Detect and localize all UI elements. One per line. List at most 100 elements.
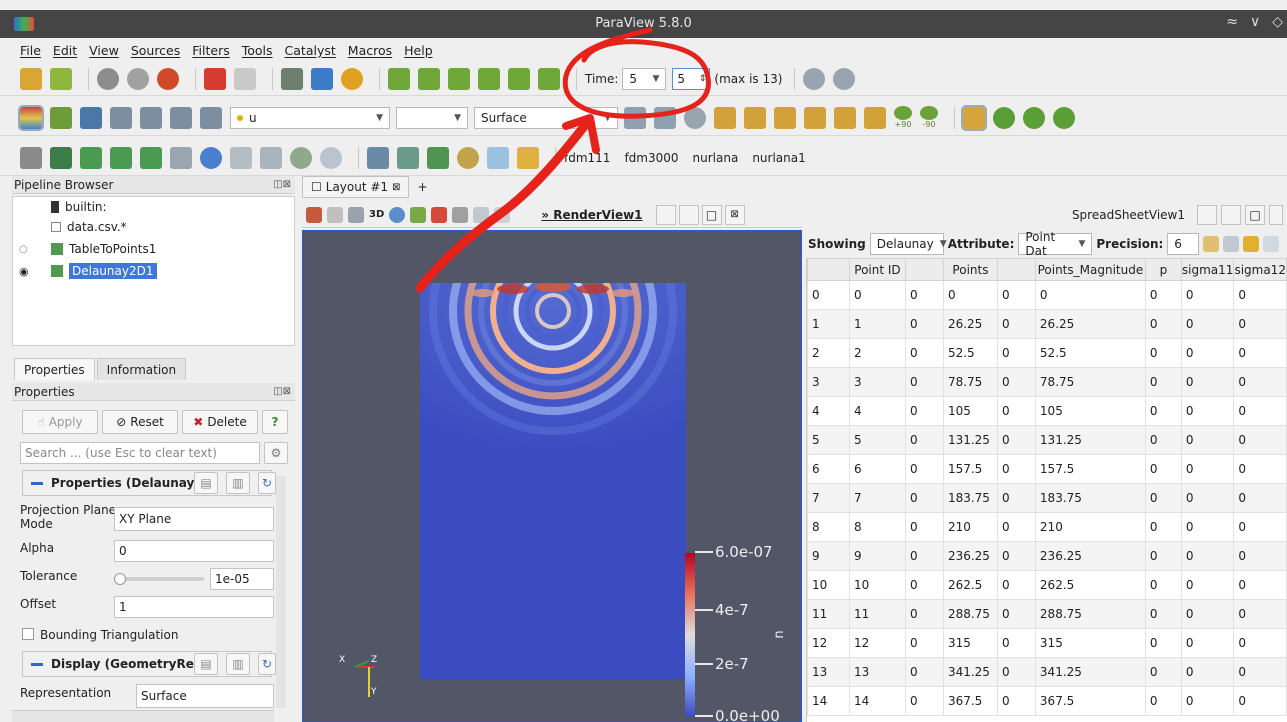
window-shade-button[interactable]: ≈ (1226, 14, 1238, 30)
menu-edit[interactable]: Edit (53, 43, 77, 58)
zoom-closest-icon[interactable] (833, 67, 856, 90)
axes-grid-icon[interactable] (961, 104, 987, 131)
plot-over-line-icon[interactable] (367, 146, 389, 169)
eye-visible-icon[interactable]: ◉ (19, 265, 31, 278)
column-header[interactable]: p (1144, 258, 1182, 281)
first-frame-icon[interactable] (388, 67, 410, 90)
close-view-icon[interactable]: ⊠ (724, 204, 745, 225)
paste-props-icon[interactable]: ▥ (226, 472, 250, 494)
camera-link-icon[interactable] (1053, 106, 1075, 129)
color-palette-icon[interactable] (341, 67, 363, 90)
extract-subset-icon[interactable] (170, 146, 192, 169)
column-header[interactable]: sigma12 (1233, 258, 1287, 281)
time-index-spinbox[interactable]: 5 ⇕ (672, 67, 711, 90)
playback-icon[interactable] (327, 206, 343, 223)
table-row[interactable]: 11 11 0 288.75 0 288.75 0 0 0 (807, 599, 1287, 629)
view-minus-y-icon[interactable] (804, 106, 826, 129)
tolerance-slider[interactable] (114, 573, 204, 585)
column-header[interactable]: Point ID (848, 258, 906, 281)
view-plus-x-icon[interactable] (714, 106, 736, 129)
macro-fdm3000[interactable]: fdm3000 (624, 151, 678, 165)
connect-icon[interactable] (97, 67, 119, 90)
color-variable-select[interactable]: u ▼ (230, 106, 390, 129)
fixed-notation-icon[interactable] (1203, 236, 1220, 252)
eye-hidden-icon[interactable]: ○ (19, 244, 31, 255)
python-calculator-icon[interactable] (427, 146, 449, 169)
pipeline-item-delaunay[interactable]: ◉ Delaunay2D1 (19, 263, 157, 279)
camera-undo-icon[interactable] (993, 106, 1015, 129)
tab-properties[interactable]: Properties (14, 358, 95, 380)
loop-icon[interactable] (538, 67, 560, 90)
pipeline-item-table-to-points[interactable]: ○ TableToPoints1 (19, 242, 156, 256)
disconnect-icon[interactable] (127, 67, 149, 90)
render-view[interactable]: 6.0e-07 4e-7 2e-7 0.0e+00 u X Z Y (302, 230, 802, 722)
previous-frame-icon[interactable] (418, 67, 440, 90)
zoom-to-data-icon[interactable] (803, 67, 826, 90)
menu-file[interactable]: File (20, 43, 41, 58)
table-row[interactable]: 5 5 0 131.25 0 131.25 0 0 0 (807, 425, 1287, 455)
menu-help[interactable]: Help (404, 43, 433, 58)
delete-button[interactable]: ✖ Delete (182, 410, 258, 434)
table-row[interactable]: 8 8 0 210 0 210 0 0 0 (807, 512, 1287, 542)
precision-spinbox[interactable]: 6 (1167, 233, 1200, 255)
rescale-data-icon[interactable] (200, 106, 222, 129)
tab-information[interactable]: Information (96, 358, 187, 380)
table-row[interactable]: 6 6 0 157.5 0 157.5 0 0 0 (807, 454, 1287, 484)
edit-colormap-icon[interactable] (50, 106, 72, 129)
cell-connectivity-icon[interactable] (1263, 236, 1280, 252)
dock-close-icon[interactable]: ◫⊠ (273, 179, 291, 190)
rescale-custom-icon[interactable] (110, 106, 132, 129)
split-horizontal-icon[interactable] (655, 204, 676, 225)
view-plus-z-icon[interactable] (834, 106, 856, 129)
brush-icon[interactable] (517, 146, 539, 169)
clip-icon[interactable] (80, 146, 102, 169)
rescale-range-icon[interactable] (80, 106, 102, 129)
macro-nurlana1[interactable]: nurlana1 (752, 151, 805, 165)
rescale-temporal-icon[interactable] (170, 106, 192, 129)
save-state-icon[interactable] (50, 67, 72, 90)
table-row[interactable]: 13 13 0 341.25 0 341.25 0 0 0 (807, 657, 1287, 687)
menu-filters[interactable]: Filters (192, 43, 229, 58)
table-row[interactable]: 14 14 0 367.5 0 367.5 0 0 0 (807, 686, 1287, 716)
alpha-input[interactable]: 0 (114, 540, 274, 562)
representation-prop-select[interactable]: Surface (136, 684, 274, 708)
table-row[interactable]: 3 3 0 78.75 0 78.75 0 0 0 (807, 367, 1287, 397)
screenshot-icon[interactable] (348, 206, 364, 223)
macro-nurlana[interactable]: nurlana (693, 151, 739, 165)
particles-icon[interactable] (457, 146, 479, 169)
column-header[interactable]: Points (942, 258, 998, 281)
properties-h-scrollbar[interactable] (12, 710, 274, 722)
open-file-icon[interactable] (20, 67, 42, 90)
interaction-icon[interactable] (389, 206, 406, 223)
table-row[interactable]: 2 2 0 52.5 0 52.5 0 0 0 (807, 338, 1287, 368)
split-vertical-icon[interactable] (678, 204, 699, 225)
advanced-settings-icon[interactable]: ⚙ (264, 442, 288, 464)
color-legend-icon[interactable] (18, 104, 44, 131)
toggle-3d-button[interactable]: 3D (369, 209, 384, 220)
rotate-minus-90-button[interactable]: -90 (920, 106, 938, 129)
add-layout-button[interactable]: + (409, 176, 435, 198)
maximize-icon[interactable]: □ (701, 204, 722, 225)
warp-vector-icon[interactable] (260, 146, 282, 169)
select-frustum-icon[interactable] (473, 206, 490, 223)
pipeline-item-builtin[interactable]: builtin: (51, 200, 107, 214)
spin-arrows-icon[interactable]: ⇕ (699, 74, 707, 84)
threshold-icon[interactable] (140, 146, 162, 169)
pipeline-item-data-csv[interactable]: data.csv.* (51, 220, 127, 234)
table-row[interactable]: 9 9 0 236.25 0 236.25 0 0 0 (807, 541, 1287, 571)
table-row[interactable]: 7 7 0 183.75 0 183.75 0 0 0 (807, 483, 1287, 513)
group-datasets-icon[interactable] (290, 146, 312, 169)
rescale-visible-icon[interactable] (140, 106, 162, 129)
copy-props-icon[interactable]: ▤ (194, 472, 218, 494)
next-frame-icon[interactable] (478, 67, 500, 90)
capture-icon[interactable] (306, 206, 322, 223)
undo-icon[interactable] (204, 67, 226, 90)
reset-props-icon[interactable]: ↻ (258, 472, 276, 494)
menu-sources[interactable]: Sources (131, 43, 180, 58)
help-button[interactable]: ? (262, 410, 288, 434)
showing-select[interactable]: Delaunay ▼ (869, 233, 947, 255)
glyph-icon[interactable] (200, 146, 222, 169)
apply-button[interactable]: ☝ Apply (22, 410, 98, 434)
projection-mode-select[interactable]: XY Plane (114, 507, 274, 531)
properties-search-input[interactable]: Search ... (use Esc to clear text) (20, 442, 260, 464)
